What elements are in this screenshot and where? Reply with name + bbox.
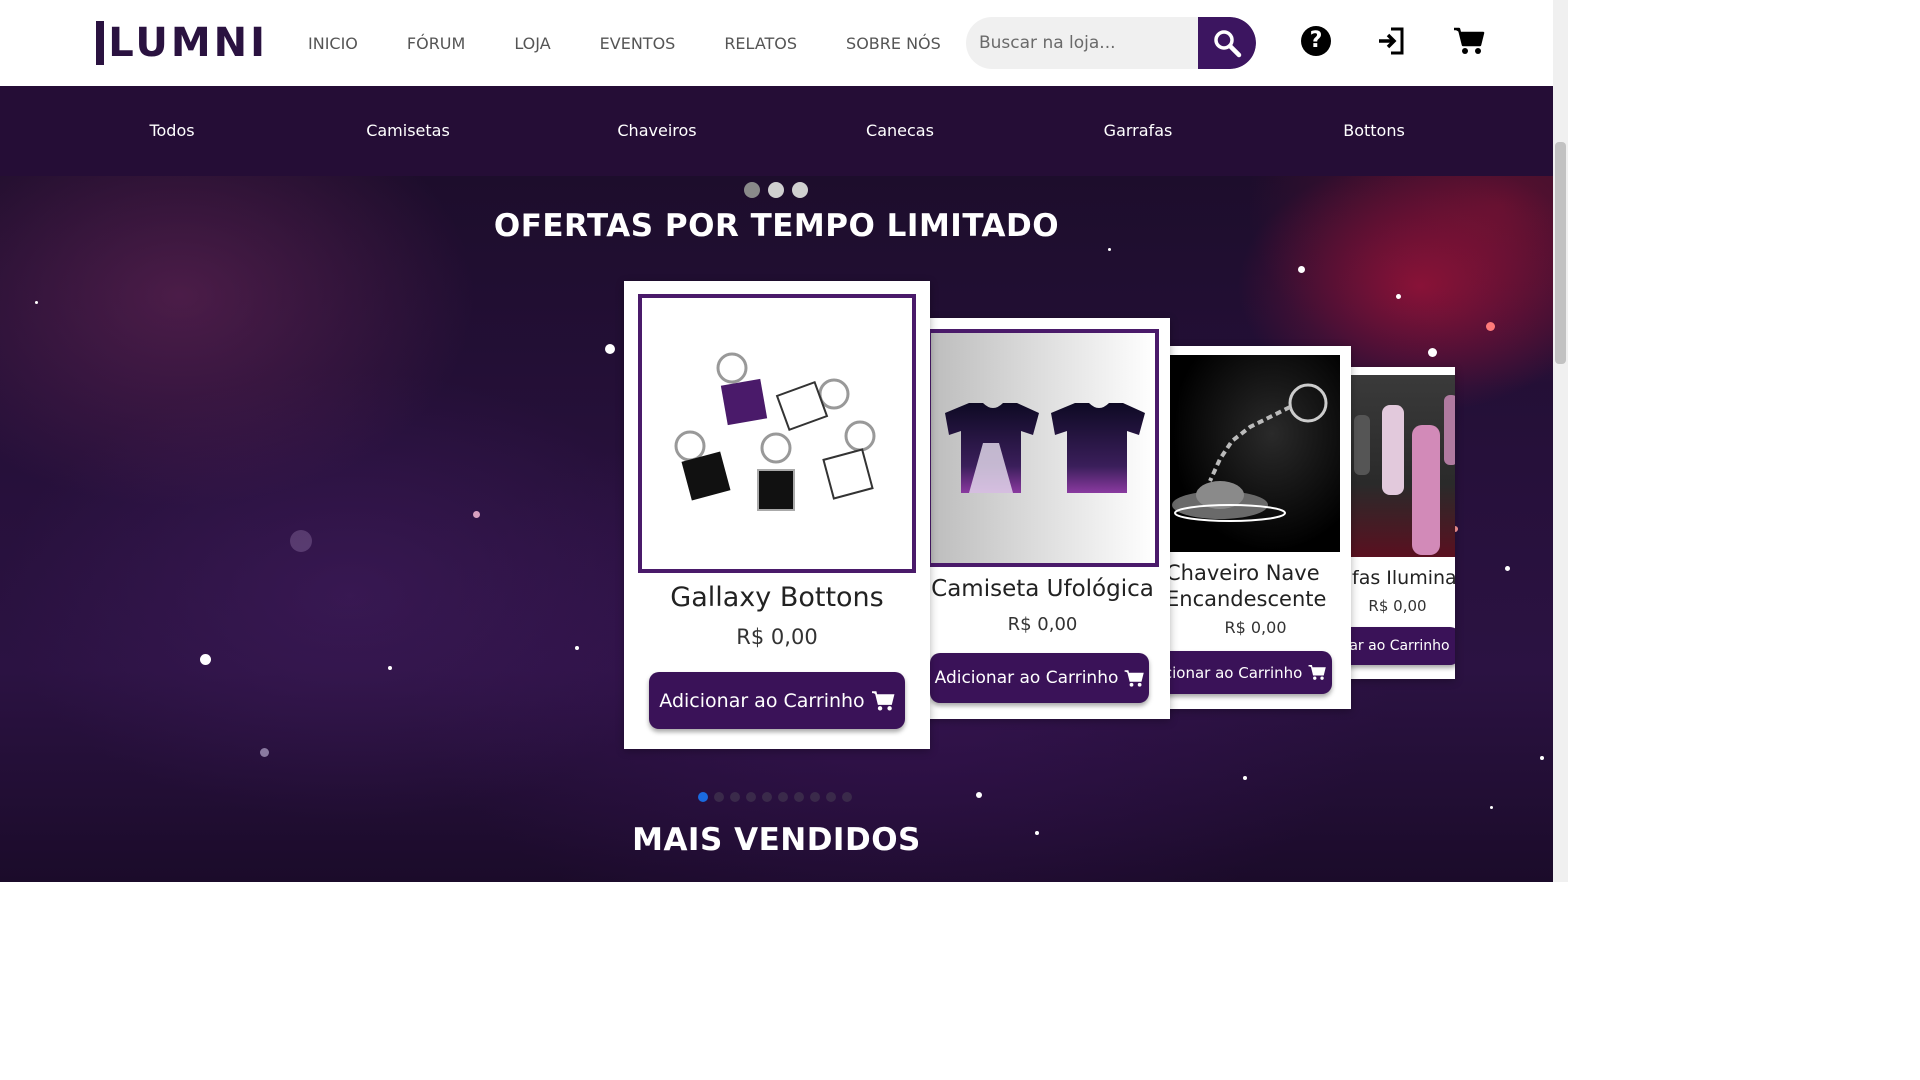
pager-dot[interactable] xyxy=(778,792,788,802)
pager-dot[interactable] xyxy=(842,792,852,802)
bottles-image xyxy=(1354,395,1455,555)
product-price: R$ 0,00 xyxy=(1368,597,1427,615)
cart-icon xyxy=(1125,669,1145,687)
cart-icon xyxy=(871,690,895,711)
product-name: Camiseta Ufológica xyxy=(931,576,1154,602)
product-card[interactable]: Chaveiro Nave Encandescente R$ 0,00 icio… xyxy=(1160,346,1351,709)
product-image xyxy=(1170,355,1340,552)
add-to-cart-button[interactable]: Adicionar ao Carrinho xyxy=(649,672,905,729)
product-image xyxy=(1340,375,1455,557)
product-image xyxy=(638,294,916,573)
login-button[interactable] xyxy=(1374,24,1408,58)
pager-dot[interactable] xyxy=(714,792,724,802)
cart-icon xyxy=(1308,665,1327,680)
help-icon: ? xyxy=(1301,26,1331,56)
nav-item-sobre-nos[interactable]: SOBRE NÓS xyxy=(846,34,941,53)
add-to-cart-button[interactable]: Adicionar ao Carrinho xyxy=(930,653,1149,703)
keychains-image xyxy=(674,352,876,511)
search-box xyxy=(966,17,1256,69)
add-to-cart-button[interactable]: icionar ao Carrinho xyxy=(1160,651,1332,694)
category-garrafas[interactable]: Garrafas xyxy=(1104,86,1173,176)
product-card[interactable]: fas Iluminad R$ 0,00 nar ao Carrinho xyxy=(1340,367,1455,679)
page-scrollbar[interactable] xyxy=(1553,0,1568,882)
search-icon xyxy=(1214,30,1242,58)
pager-dot[interactable] xyxy=(730,792,740,802)
search-button[interactable] xyxy=(1198,17,1256,69)
add-to-cart-label: Adicionar ao Carrinho xyxy=(934,668,1119,688)
product-card[interactable]: Camiseta Ufológica R$ 0,00 Adicionar ao … xyxy=(915,318,1170,719)
offers-title: OFERTAS POR TEMPO LIMITADO xyxy=(493,208,1060,244)
nav-item-inicio[interactable]: INICIO xyxy=(308,34,358,53)
product-name-line: Encandescente xyxy=(1166,587,1327,611)
hero-carousel-dots xyxy=(744,182,808,198)
hero-dot[interactable] xyxy=(768,182,784,198)
nav-item-relatos[interactable]: RELATOS xyxy=(724,34,797,53)
hero-dot[interactable] xyxy=(744,182,760,198)
offers-carousel-pager xyxy=(698,792,852,802)
category-camisetas[interactable]: Camisetas xyxy=(366,86,450,176)
brand-name: LUMNI xyxy=(108,20,268,66)
category-canecas[interactable]: Canecas xyxy=(866,86,934,176)
top-header: LUMNI INICIO FÓRUM LOJA EVENTOS RELATOS … xyxy=(0,0,1553,86)
product-price: R$ 0,00 xyxy=(1224,618,1287,637)
tshirt-image xyxy=(945,403,1145,493)
category-chaveiros[interactable]: Chaveiros xyxy=(617,86,696,176)
category-todos[interactable]: Todos xyxy=(149,86,194,176)
pager-dot[interactable] xyxy=(762,792,772,802)
product-image xyxy=(927,329,1159,567)
pager-dot[interactable] xyxy=(746,792,756,802)
hero-dot[interactable] xyxy=(792,182,808,198)
add-to-cart-label: Adicionar ao Carrinho xyxy=(659,689,865,712)
product-price: R$ 0,00 xyxy=(736,625,818,649)
add-to-cart-button[interactable]: nar ao Carrinho xyxy=(1340,627,1455,665)
search-input[interactable] xyxy=(966,17,1198,69)
category-bottons[interactable]: Bottons xyxy=(1343,86,1405,176)
category-bar: Todos Camisetas Chaveiros Canecas Garraf… xyxy=(0,86,1553,176)
pager-dot[interactable] xyxy=(810,792,820,802)
nav-item-loja[interactable]: LOJA xyxy=(514,34,550,53)
pager-dot[interactable] xyxy=(794,792,804,802)
product-name-line: Chaveiro Nave xyxy=(1166,561,1320,585)
nav-item-eventos[interactable]: EVENTOS xyxy=(600,34,676,53)
ufo-logo-icon xyxy=(96,21,105,65)
product-name: fas Iluminad xyxy=(1352,567,1455,589)
product-name: Chaveiro Nave Encandescente xyxy=(1160,560,1351,612)
product-name: Gallaxy Bottons xyxy=(670,582,884,613)
pager-dot[interactable] xyxy=(826,792,836,802)
cart-button[interactable] xyxy=(1452,24,1486,58)
cart-icon xyxy=(1454,27,1485,54)
main-nav: INICIO FÓRUM LOJA EVENTOS RELATOS SOBRE … xyxy=(308,0,990,86)
add-to-cart-label: nar ao Carrinho xyxy=(1340,638,1450,654)
help-button[interactable]: ? xyxy=(1299,24,1333,58)
brand-logo[interactable]: LUMNI xyxy=(96,20,268,66)
scrollbar-thumb[interactable] xyxy=(1555,142,1566,364)
add-to-cart-label: icionar ao Carrinho xyxy=(1160,663,1303,682)
best-sellers-title: MAIS VENDIDOS xyxy=(632,822,921,858)
product-card-active[interactable]: Gallaxy Bottons R$ 0,00 Adicionar ao Car… xyxy=(624,281,930,749)
product-price: R$ 0,00 xyxy=(1007,614,1078,635)
nav-item-forum[interactable]: FÓRUM xyxy=(407,34,465,53)
login-icon xyxy=(1379,27,1404,55)
pager-dot[interactable] xyxy=(698,792,708,802)
ufo-keychain-image xyxy=(1172,383,1328,522)
